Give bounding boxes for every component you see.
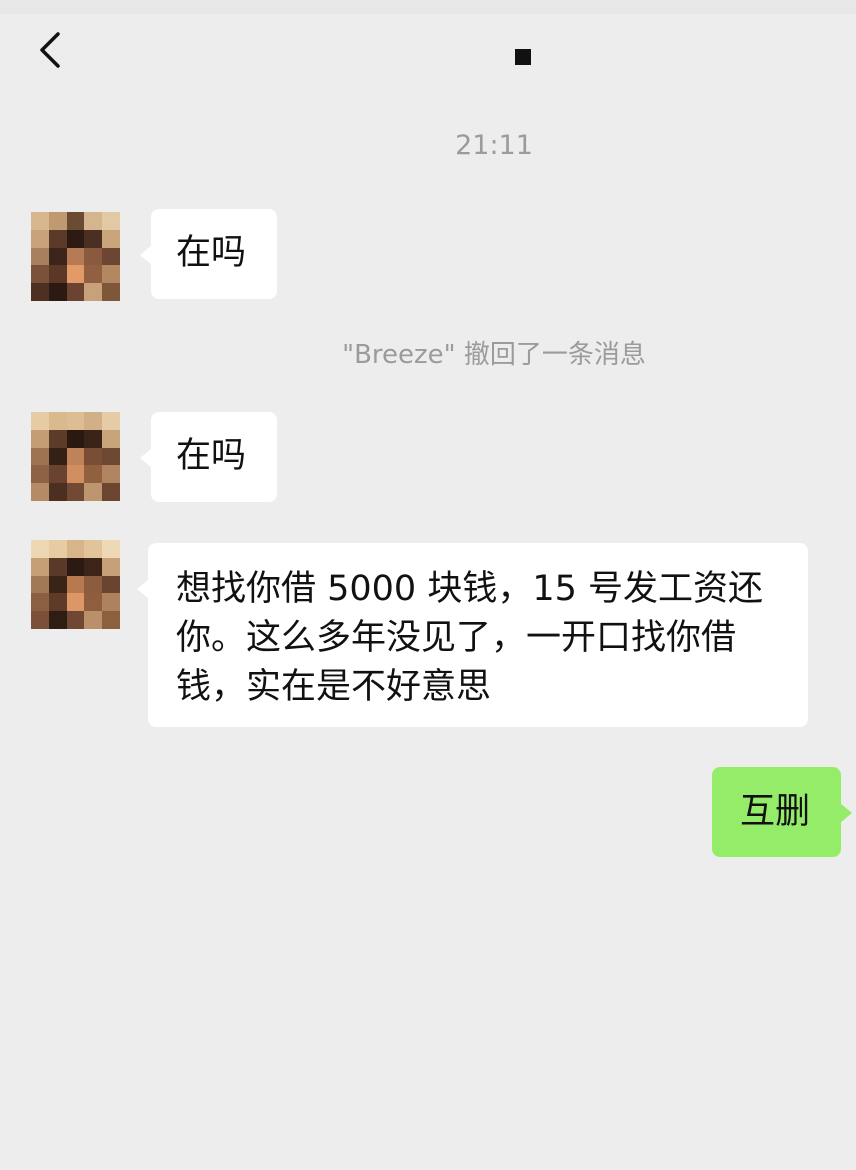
contact-avatar[interactable] [31,540,120,629]
recall-notice: "Breeze" 撤回了一条消息 [342,340,646,370]
message-text: 互删 [740,792,811,832]
contact-avatar[interactable] [31,212,120,301]
incoming-message-bubble[interactable]: 想找你借 5000 块钱，15 号发工资还你。这么多年没见了，一开口找你借钱，实… [137,543,808,727]
chat-title-redacted-mark [515,49,531,65]
incoming-message-bubble[interactable]: 在吗 [140,209,277,299]
outgoing-message-bubble[interactable]: 互删 [712,767,852,857]
message-timestamp: 21:11 [455,130,533,161]
message-text: 在吗 [176,436,247,476]
status-bar-strip [0,0,856,14]
chevron-left-icon [40,32,60,68]
back-button[interactable] [30,28,70,72]
incoming-message-bubble[interactable]: 在吗 [140,412,277,502]
contact-avatar[interactable] [31,412,120,501]
chat-screen: 21:11 在吗 "Breeze" 撤回了一条消息 在吗 想找你借 5000 块… [0,0,856,1170]
message-text: 想找你借 5000 块钱，15 号发工资还你。这么多年没见了，一开口找你借钱，实… [176,569,763,707]
message-text: 在吗 [176,233,247,273]
